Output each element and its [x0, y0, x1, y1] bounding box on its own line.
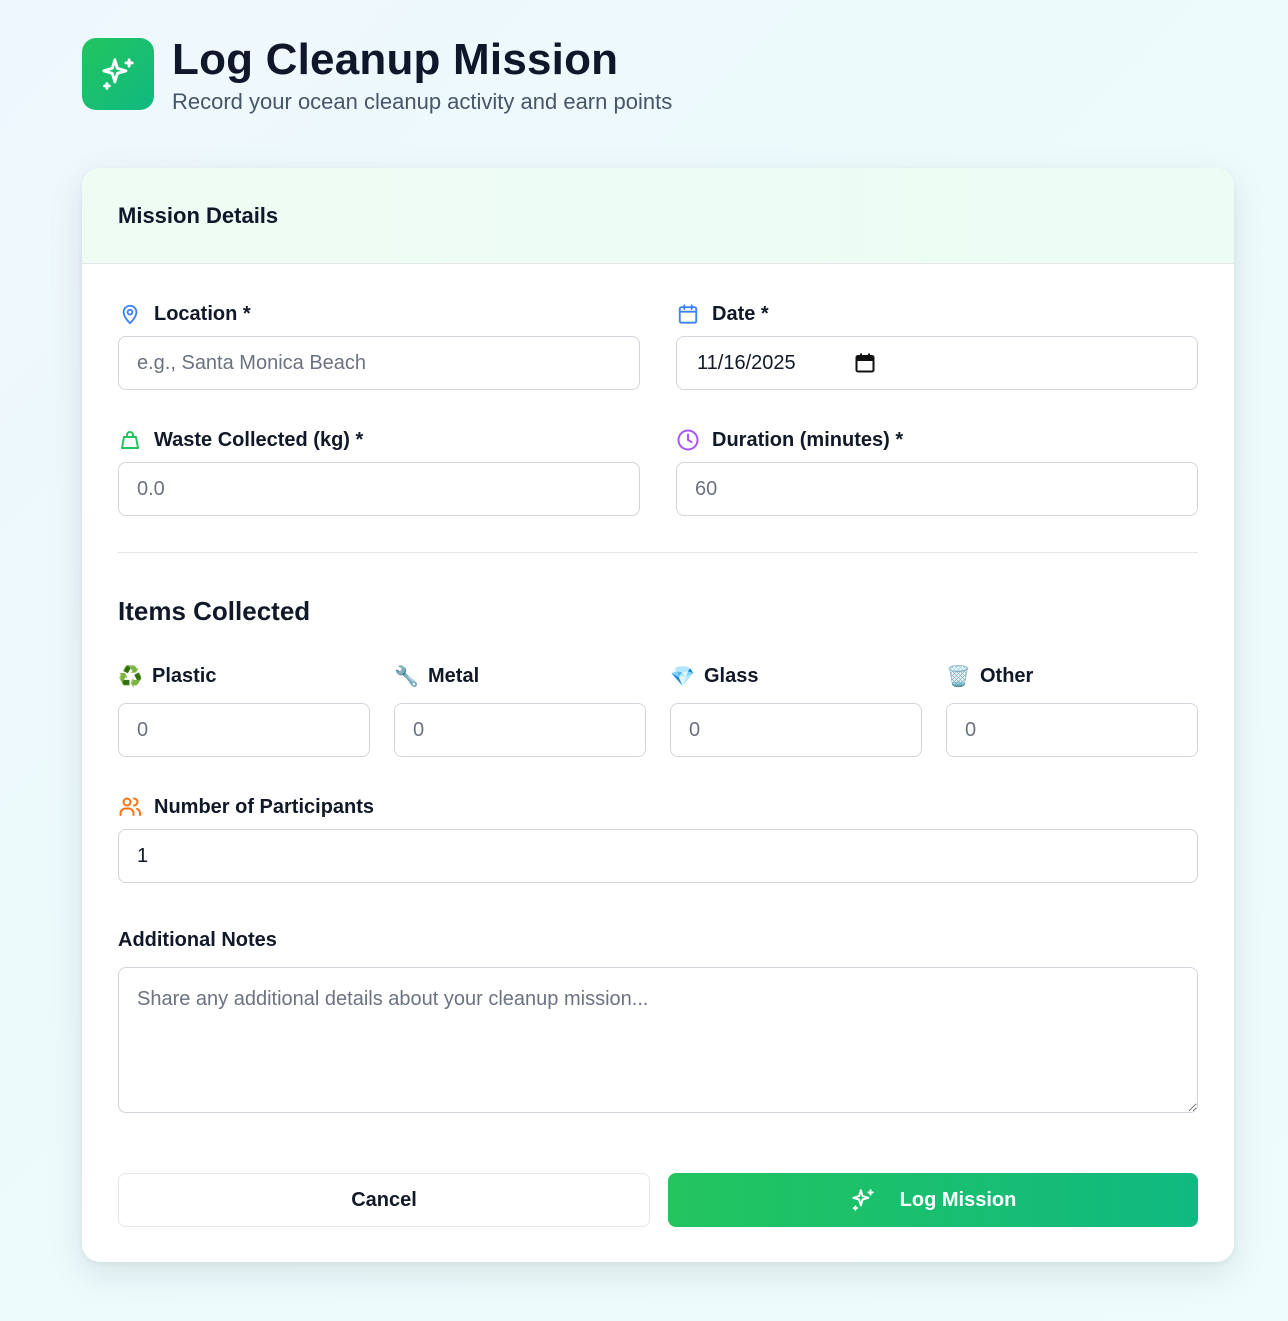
cancel-button[interactable]: Cancel — [118, 1173, 650, 1227]
trash-icon: 🗑️ — [946, 665, 971, 688]
item-label-metal: 🔧 Metal — [394, 664, 480, 688]
duration-label: Duration (minutes) * — [676, 427, 903, 453]
card-title: Mission Details — [118, 202, 279, 228]
participants-input[interactable] — [118, 829, 1198, 883]
notes-textarea[interactable] — [118, 967, 1198, 1113]
date-label: Date * — [676, 301, 769, 327]
notes-label: Additional Notes — [118, 928, 277, 951]
waste-label: Waste Collected (kg) * — [118, 427, 363, 453]
app-logo — [82, 38, 154, 110]
calendar-icon — [676, 302, 700, 326]
waste-input[interactable] — [118, 462, 640, 516]
duration-input[interactable] — [676, 462, 1198, 516]
users-icon — [118, 795, 142, 819]
metal-input[interactable] — [394, 703, 646, 757]
plastic-input[interactable] — [118, 703, 370, 757]
page-header: Log Cleanup Mission Record your ocean cl… — [82, 35, 673, 115]
glass-input[interactable] — [670, 703, 922, 757]
location-input[interactable] — [118, 336, 640, 390]
card-header: Mission Details — [82, 168, 1234, 264]
section-divider — [118, 552, 1198, 553]
wrench-icon: 🔧 — [394, 665, 419, 688]
gem-icon: 💎 — [670, 665, 695, 688]
location-label: Location * — [118, 301, 251, 327]
map-pin-icon — [118, 302, 142, 326]
items-section-title: Items Collected — [118, 596, 311, 626]
shopping-bag-icon — [118, 428, 142, 452]
other-input[interactable] — [946, 703, 1198, 757]
item-label-other: 🗑️ Other — [946, 664, 1034, 688]
item-label-plastic: ♻️ Plastic — [118, 664, 217, 688]
participants-label: Number of Participants — [118, 794, 374, 820]
page-title: Log Cleanup Mission — [172, 35, 619, 84]
recycle-icon: ♻️ — [118, 665, 143, 688]
log-mission-button[interactable]: Log Mission — [668, 1173, 1198, 1227]
item-label-glass: 💎 Glass — [670, 664, 759, 688]
sparkles-icon — [102, 58, 134, 90]
date-input[interactable]: 11/16/2025 — [676, 336, 1198, 390]
clock-icon — [676, 428, 700, 452]
sparkles-icon — [850, 1187, 876, 1213]
page-subtitle: Record your ocean cleanup activity and e… — [172, 88, 673, 114]
mission-form-card: Mission Details Location * Date * 11/16/… — [82, 168, 1234, 1262]
date-value: 11/16/2025 — [697, 351, 796, 374]
calendar-picker-icon[interactable] — [855, 353, 875, 373]
